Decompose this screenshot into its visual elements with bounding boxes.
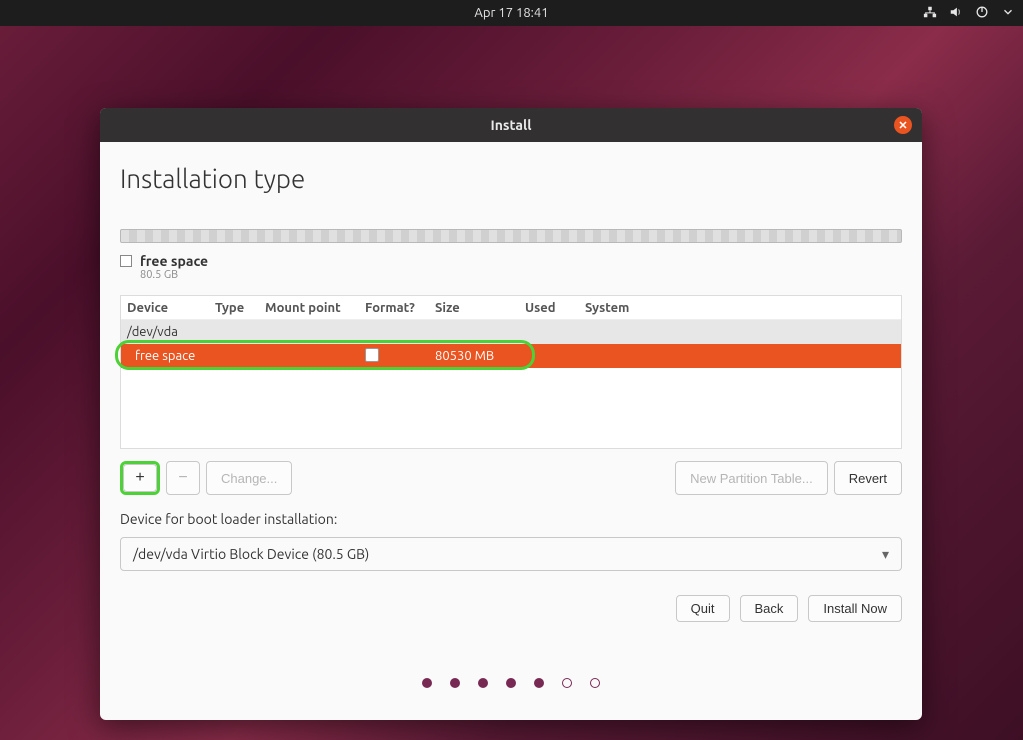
quit-button[interactable]: Quit xyxy=(676,595,730,622)
progress-dots xyxy=(120,678,902,688)
window-title: Install xyxy=(491,117,532,133)
new-partition-table-button[interactable]: New Partition Table... xyxy=(675,461,828,495)
add-partition-button[interactable]: + xyxy=(123,464,157,492)
cell-device: free space xyxy=(127,349,215,363)
close-icon[interactable]: ✕ xyxy=(894,116,912,134)
table-row-disk[interactable]: /dev/vda xyxy=(121,320,901,344)
chevron-down-icon[interactable] xyxy=(1001,5,1015,22)
col-used: Used xyxy=(525,301,585,315)
partition-table: Device Type Mount point Format? Size Use… xyxy=(120,295,902,449)
cell-device: /dev/vda xyxy=(127,325,215,339)
bootloader-select[interactable]: /dev/vda Virtio Block Device (80.5 GB) ▾ xyxy=(120,537,902,571)
legend-size: 80.5 GB xyxy=(140,269,208,281)
annotation-highlight: + xyxy=(120,461,160,495)
col-size: Size xyxy=(435,301,525,315)
col-mount: Mount point xyxy=(265,301,365,315)
col-format: Format? xyxy=(365,301,435,315)
dot-icon xyxy=(506,678,516,688)
dot-icon xyxy=(590,678,600,688)
cell-size: 80530 MB xyxy=(435,349,525,363)
legend-label: free space xyxy=(140,253,208,269)
installer-window: Install ✕ Installation type free space 8… xyxy=(100,108,922,720)
chevron-down-icon: ▾ xyxy=(882,546,889,563)
col-system: System xyxy=(585,301,895,315)
dot-icon xyxy=(478,678,488,688)
dot-icon xyxy=(450,678,460,688)
remove-partition-button[interactable]: − xyxy=(166,461,200,495)
table-row-free-space[interactable]: free space 80530 MB xyxy=(121,344,901,368)
bootloader-label: Device for boot loader installation: xyxy=(120,511,902,527)
install-now-button[interactable]: Install Now xyxy=(808,595,902,622)
page-title: Installation type xyxy=(120,164,902,193)
dot-icon xyxy=(562,678,572,688)
power-icon[interactable] xyxy=(975,5,989,22)
col-type: Type xyxy=(215,301,265,315)
topbar-datetime: Apr 17 18:41 xyxy=(474,6,548,20)
dot-icon xyxy=(422,678,432,688)
dot-icon xyxy=(534,678,544,688)
revert-button[interactable]: Revert xyxy=(834,461,902,495)
partition-strip xyxy=(120,229,902,243)
bootloader-value: /dev/vda Virtio Block Device (80.5 GB) xyxy=(133,546,369,562)
col-device: Device xyxy=(127,301,215,315)
legend-swatch-icon xyxy=(120,255,132,267)
back-button[interactable]: Back xyxy=(740,595,799,622)
partition-legend: free space 80.5 GB xyxy=(120,253,902,281)
change-button[interactable]: Change... xyxy=(206,461,292,495)
volume-icon[interactable] xyxy=(949,5,963,22)
network-icon[interactable] xyxy=(923,5,937,22)
format-checkbox[interactable] xyxy=(365,348,379,362)
